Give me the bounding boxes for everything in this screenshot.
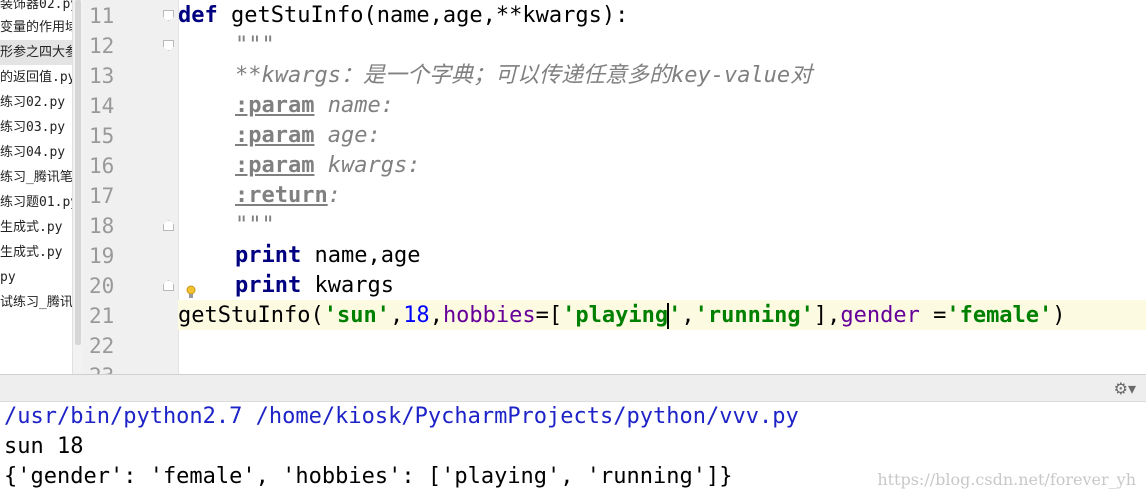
string-literal: 'female' bbox=[946, 303, 1053, 328]
code-line-11[interactable]: def getStuInfo(name,age,**kwargs): bbox=[178, 1, 628, 31]
doc-tag: :param bbox=[235, 153, 315, 178]
docstring: """ bbox=[235, 33, 275, 58]
punctuation: ) bbox=[1052, 303, 1066, 328]
punctuation: =[ bbox=[535, 303, 563, 328]
line-number-current: 21 bbox=[89, 304, 115, 328]
line-number: 16 bbox=[89, 154, 115, 178]
line-number: 11 bbox=[89, 4, 115, 28]
line-number: 12 bbox=[89, 34, 115, 58]
tree-item[interactable]: 练习题01.py bbox=[0, 190, 72, 215]
code-line-13[interactable]: **kwargs：是一个字典；可以传递任意多的key-value对 bbox=[235, 61, 812, 91]
code-line-17[interactable]: :return: bbox=[235, 181, 341, 211]
line-number: 22 bbox=[89, 334, 115, 358]
punctuation: , bbox=[389, 303, 404, 328]
docstring: kwargs: bbox=[314, 153, 421, 178]
string-literal: 'running' bbox=[694, 303, 814, 328]
tree-item[interactable]: 的返回值.py bbox=[0, 65, 72, 90]
punctuation: = bbox=[919, 303, 947, 328]
code-text: kwargs bbox=[301, 273, 394, 298]
line-number: 14 bbox=[89, 94, 115, 118]
tree-item[interactable]: 练习03.py bbox=[0, 115, 65, 140]
tree-scrollbar-thumb[interactable] bbox=[75, 0, 81, 345]
keyword-argument: gender bbox=[840, 303, 920, 328]
tree-item-selected[interactable]: 形参之四大参 bbox=[0, 40, 72, 65]
function-signature: getStuInfo(name,age,**kwargs): bbox=[231, 3, 629, 28]
code-line-18[interactable]: """ bbox=[235, 211, 275, 241]
tree-item[interactable]: 变量的作用域 bbox=[0, 15, 72, 40]
tree-item[interactable]: 试练习_腾讯笔 bbox=[0, 290, 72, 315]
line-number: 18 bbox=[89, 214, 115, 238]
watermark: https://blog.csdn.net/forever_yh bbox=[877, 470, 1136, 489]
string-literal: 'playing bbox=[562, 303, 669, 328]
tree-item[interactable]: 生成式.py bbox=[0, 240, 62, 265]
number-literal: 18 bbox=[403, 303, 430, 328]
run-toolbar: ⚙▾ bbox=[0, 374, 1146, 402]
code-text: name,age bbox=[301, 243, 421, 268]
keyword: def bbox=[178, 3, 218, 28]
line-number: 17 bbox=[89, 184, 115, 208]
doc-tag: :param bbox=[235, 93, 315, 118]
code-line-20[interactable]: print kwargs bbox=[235, 271, 394, 301]
gear-icon[interactable]: ⚙▾ bbox=[1114, 379, 1136, 398]
docstring: age: bbox=[314, 123, 381, 148]
console-command-line: /usr/bin/python2.7 /home/kiosk/PycharmPr… bbox=[4, 404, 799, 429]
docstring: **kwargs：是一个字典；可以传递任意多的key-value对 bbox=[235, 63, 813, 88]
line-number: 13 bbox=[89, 64, 115, 88]
keyword-argument: hobbies bbox=[442, 303, 536, 328]
line-number: 19 bbox=[89, 244, 115, 268]
code-line-14[interactable]: :param name: bbox=[235, 91, 394, 121]
punctuation: , bbox=[429, 303, 443, 328]
doc-tag: :return bbox=[235, 183, 328, 208]
code-line-21[interactable]: getStuInfo('sun',18,hobbies=['playing','… bbox=[178, 301, 1066, 331]
string-literal: ' bbox=[668, 303, 682, 328]
string-literal: 'sun' bbox=[323, 303, 390, 328]
docstring: : bbox=[327, 183, 341, 208]
console-output-line: {'gender': 'female', 'hobbies': ['playin… bbox=[4, 464, 733, 489]
project-tree: 装饰器02.py 变量的作用域 形参之四大参 的返回值.py 练习02.py 练… bbox=[0, 0, 72, 374]
console-output-line: sun 18 bbox=[4, 434, 84, 459]
code-line-16[interactable]: :param kwargs: bbox=[235, 151, 420, 181]
keyword: print bbox=[235, 273, 302, 298]
code-editor[interactable]: def getStuInfo(name,age,**kwargs): """ *… bbox=[178, 0, 1146, 374]
line-number: 15 bbox=[89, 124, 115, 148]
tree-item[interactable]: 生成式.py bbox=[0, 215, 62, 240]
line-number-gutter: 11 12 13 14 15 16 17 18 19 20 21 22 23 bbox=[83, 0, 179, 388]
function-call: getStuInfo( bbox=[178, 303, 324, 328]
punctuation: , bbox=[681, 303, 695, 328]
run-console[interactable]: /usr/bin/python2.7 /home/kiosk/PycharmPr… bbox=[0, 402, 1146, 502]
docstring: """ bbox=[235, 213, 275, 238]
doc-tag: :param bbox=[235, 123, 315, 148]
docstring: name: bbox=[314, 93, 394, 118]
line-number: 20 bbox=[89, 274, 115, 298]
tree-item[interactable]: 练习04.py bbox=[0, 140, 65, 165]
punctuation: ], bbox=[813, 303, 841, 328]
tree-item[interactable]: 练习_腾讯笔试 bbox=[0, 165, 72, 190]
keyword: print bbox=[235, 243, 302, 268]
code-line-15[interactable]: :param age: bbox=[235, 121, 381, 151]
tree-item[interactable]: py bbox=[0, 265, 16, 290]
tree-item[interactable]: 练习02.py bbox=[0, 90, 65, 115]
code-line-19[interactable]: print name,age bbox=[235, 241, 420, 271]
code-line-12[interactable]: """ bbox=[235, 31, 275, 61]
tree-scrollbar[interactable] bbox=[72, 0, 83, 374]
